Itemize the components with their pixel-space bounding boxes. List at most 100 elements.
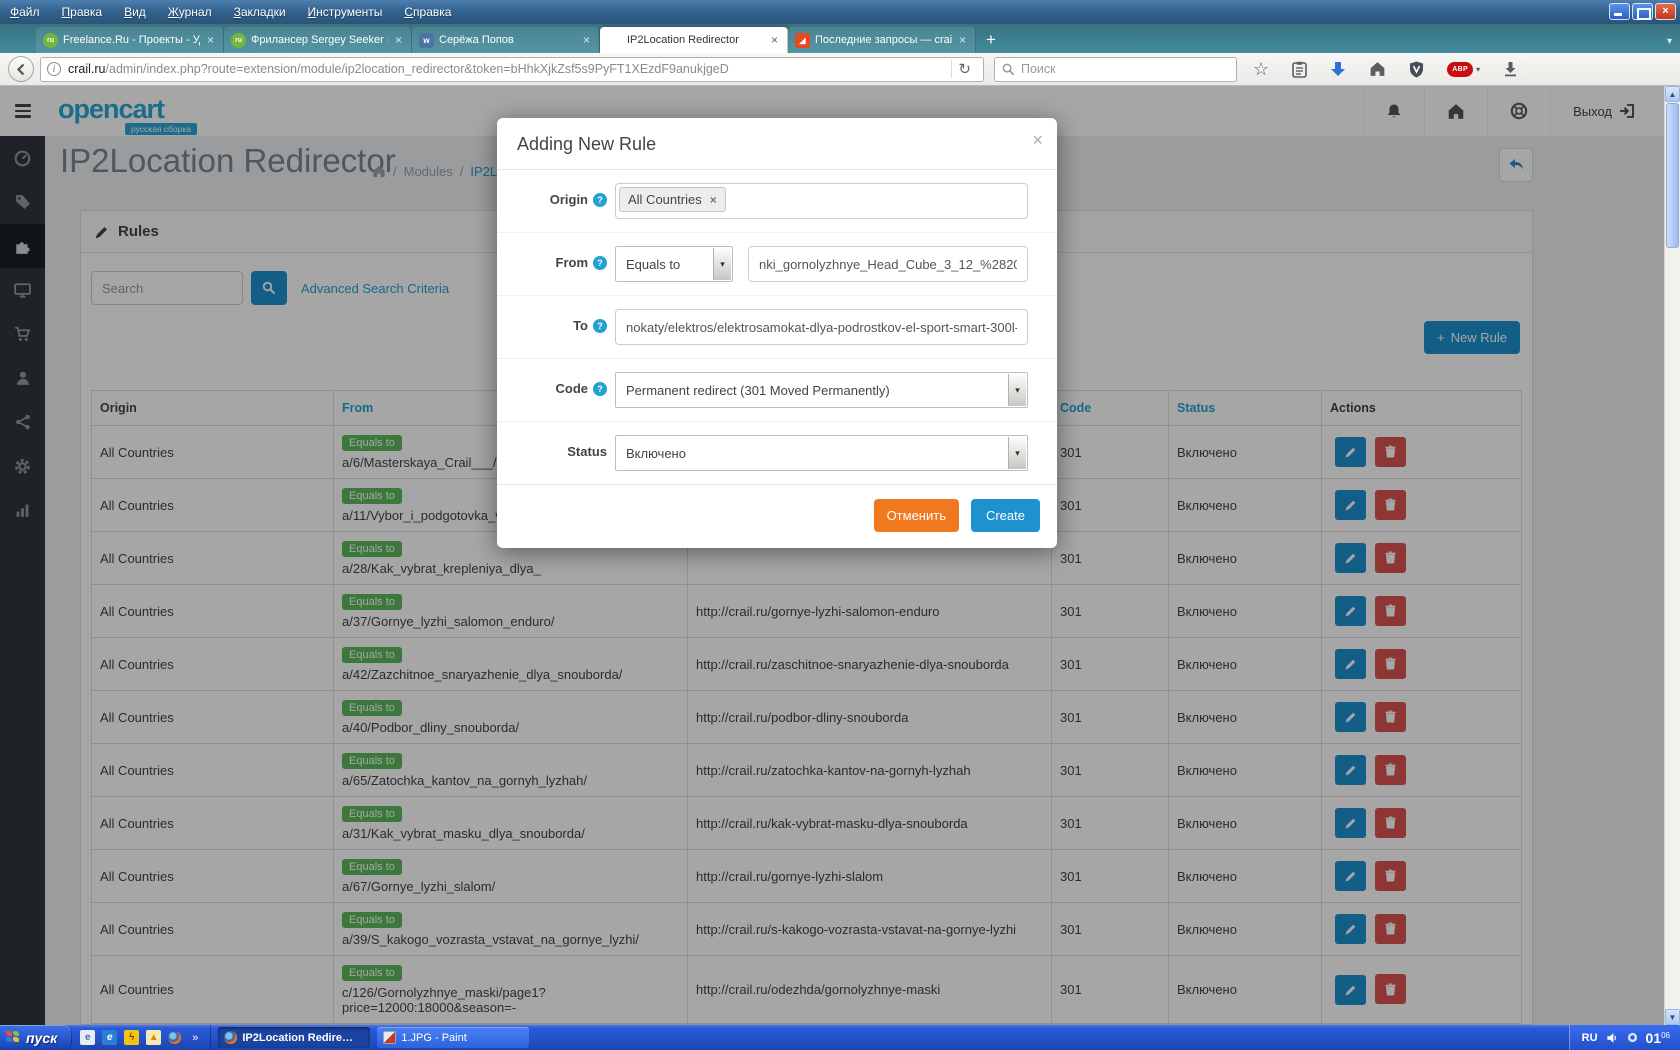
minimize-button[interactable] [1609,3,1630,20]
stats-icon: ◢ [795,32,810,48]
browser-tabbar: ru Freelance.Ru - Проекты - Уд… × ru Фриланс… [0,24,1680,53]
help-icon[interactable]: ? [593,381,607,396]
page-scrollbar[interactable]: ▲ ▼ [1664,86,1680,1025]
tab-close-icon[interactable]: × [957,33,968,47]
page-viewport: opencart русская сборка Выход IP2Locatio… [0,86,1680,1025]
from-operator-select[interactable]: Equals to ▾ [615,246,733,282]
task-label: 1.JPG - Paint [401,1031,467,1044]
taskbar-task[interactable]: IP2Location Redire… [218,1027,371,1048]
menu-item[interactable]: Файл [10,5,40,19]
browser-tab[interactable]: ◢ Последние запросы — crail.r… × [788,27,976,53]
tab-close-icon[interactable]: × [393,33,404,47]
language-indicator[interactable]: RU [1582,1032,1598,1044]
tab-close-icon[interactable]: × [205,33,216,47]
url-bar[interactable]: i crail.ru/admin/index.php?route=extensi… [40,56,984,82]
tray-status-icon[interactable] [1627,1032,1638,1043]
scrollbar-thumb[interactable] [1666,103,1679,248]
freelance-icon: ru [43,32,58,48]
menu-item[interactable]: Инструменты [308,5,383,19]
browser-tab[interactable]: w Серёжа Попов × [412,27,600,53]
freelance-icon: ru [231,32,246,48]
home-icon[interactable] [1369,61,1386,77]
new-tab-button[interactable]: + [976,30,1006,53]
browser-tab[interactable]: ru Freelance.Ru - Проекты - Уд… × [36,27,224,53]
quick-launch-overflow[interactable]: » [188,1032,202,1044]
start-button[interactable]: пуск [0,1025,73,1050]
select-caret-icon: ▾ [1008,437,1026,469]
chip-remove-icon[interactable]: × [710,193,717,207]
select-caret-icon: ▾ [713,248,731,280]
from-field-row: From? Equals to ▾ [497,233,1057,296]
create-button[interactable]: Create [970,499,1040,532]
abp-caret-icon: ▾ [1476,64,1481,74]
taskbar-task[interactable]: 1.JPG - Paint [377,1027,530,1048]
tab-list-caret-icon[interactable]: ▾ [1667,36,1672,47]
vk-icon: w [419,32,434,48]
back-button[interactable] [8,56,34,82]
firefox-icon[interactable] [168,1031,182,1044]
paint-icon [383,1031,397,1044]
tab-label: IP2Location Redirector [627,34,739,46]
abp-icon[interactable]: ABP ▾ [1447,61,1481,77]
origin-chip: All Countries × [619,187,726,212]
menu-item[interactable]: Справка [404,5,451,19]
adding-new-rule-modal: Adding New Rule × Origin? All Countries … [497,118,1057,548]
browser-search-field[interactable]: Поиск [994,56,1237,82]
url-text: crail.ru/admin/index.php?route=extension… [68,62,729,76]
task-label: IP2Location Redire… [242,1031,353,1044]
lightning-icon[interactable]: ϟ [124,1030,140,1045]
scroll-down-icon[interactable]: ▼ [1665,1009,1680,1025]
reading-list-icon[interactable] [1292,61,1307,78]
status-label: Status [567,444,607,459]
menu-icon[interactable] [1541,62,1557,76]
help-icon[interactable]: ? [593,255,607,270]
search-placeholder: Поиск [1021,62,1056,76]
task-buttons: IP2Location Redire… 1.JPG - Paint [211,1027,530,1048]
toolbar-icons: ☆ ABP ▾ [1253,59,1557,80]
menu-item[interactable]: Вид [124,5,146,19]
save-page-icon[interactable] [1503,61,1518,77]
help-icon[interactable]: ? [593,318,607,333]
warning-triangle-icon[interactable]: ▲ [146,1030,162,1045]
close-window-button[interactable]: × [1655,3,1676,20]
to-input[interactable] [615,309,1028,345]
modal-header: Adding New Rule × [497,118,1057,170]
back-arrow-icon [16,63,24,75]
quick-launch: e e ϟ ▲ » [72,1025,212,1050]
site-info-icon[interactable]: i [47,62,61,76]
browser-tab[interactable]: IP2Location Redirector × [600,27,788,53]
modal-title: Adding New Rule [517,134,657,154]
select-caret-icon: ▾ [1008,374,1026,406]
cancel-button[interactable]: Отменить [873,499,959,532]
scroll-up-icon[interactable]: ▲ [1665,86,1680,102]
status-select[interactable]: Включено ▾ [615,435,1028,471]
menu-item[interactable]: Правка [62,5,103,19]
tab-close-icon[interactable]: × [581,33,592,47]
from-input[interactable] [748,246,1028,282]
menu-item[interactable]: Журнал [168,5,212,19]
origin-tag-input[interactable]: All Countries × [615,183,1028,219]
menu-item[interactable]: Закладки [234,5,286,19]
menu-items: Файл Правка Вид Журнал Закладки Инструменты Сп… [10,5,473,19]
taskbar-clock[interactable]: 01 06 [1646,1031,1670,1045]
window-controls: × [1609,3,1676,20]
tab-label: Freelance.Ru - Проекты - Уд… [63,34,200,46]
bookmark-star-icon[interactable]: ☆ [1253,59,1269,80]
browser-tab[interactable]: ru Фрилансер Sergey Seeker IN… × [224,27,412,53]
shield-icon[interactable] [1409,61,1424,78]
to-field-row: To? [497,296,1057,359]
maximize-button[interactable] [1632,3,1653,20]
search-icon [1002,63,1015,75]
tab-label: Последние запросы — crail.r… [815,34,952,46]
ie-icon[interactable]: e [102,1030,118,1045]
modal-close-icon[interactable]: × [1032,130,1043,151]
reload-icon[interactable]: ↻ [951,60,977,78]
help-icon[interactable]: ? [593,192,607,207]
downloads-icon[interactable] [1330,61,1346,78]
taskbar: пуск e e ϟ ▲ » IP2Location Redire… 1.JPG … [0,1025,1680,1050]
code-select[interactable]: Permanent redirect (301 Moved Permanentl… [615,372,1028,408]
app-icon[interactable]: e [80,1030,96,1045]
modal-footer: Отменить Create [497,484,1057,548]
tab-close-icon[interactable]: × [769,33,780,47]
volume-icon[interactable] [1606,1032,1619,1044]
